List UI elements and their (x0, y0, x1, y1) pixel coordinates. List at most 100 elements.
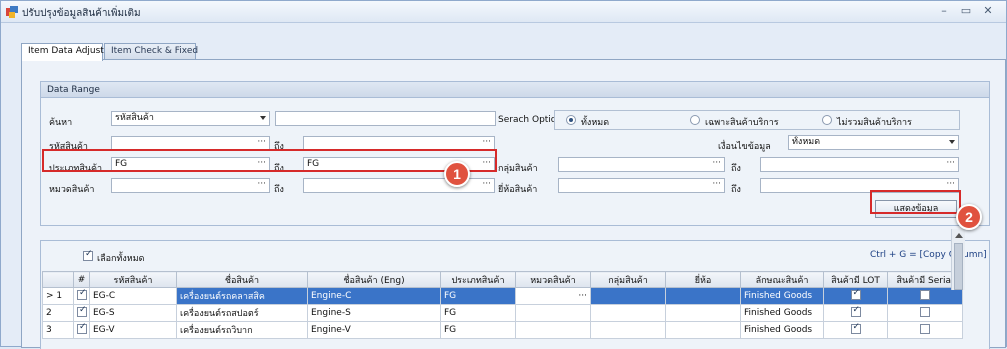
serial-cell[interactable] (887, 287, 963, 305)
nature-cell[interactable]: Finished Goods (740, 287, 824, 305)
column-header[interactable]: หมวดสินค้า (515, 271, 591, 288)
group-cell[interactable] (590, 321, 666, 339)
column-header[interactable] (42, 271, 74, 288)
close-button[interactable]: ✕ (980, 4, 996, 18)
column-header[interactable]: กลุ่มสินค้า (590, 271, 666, 288)
name-cell[interactable]: เครื่องยนต์รถสปอตร์ (176, 304, 308, 322)
to-label: ถึง (731, 164, 741, 174)
category-cell[interactable] (515, 321, 591, 339)
column-header[interactable]: ชื่อสินค้า (176, 271, 308, 288)
browse-icon[interactable]: ··· (257, 137, 266, 149)
name-en-cell[interactable]: Engine-C (307, 287, 441, 305)
option-exclude-service-radio[interactable] (822, 115, 832, 125)
column-header[interactable]: ประเภทสินค้า (440, 271, 516, 288)
row-checkbox-cell[interactable] (73, 321, 90, 339)
type-cell[interactable]: FG (440, 321, 516, 339)
tab-item-data-adjust[interactable]: Item Data Adjust (21, 43, 104, 61)
browse-icon[interactable]: ··· (482, 137, 491, 149)
browse-icon[interactable]: ··· (712, 179, 721, 191)
lot-cell[interactable] (823, 304, 888, 322)
table-header-row: # รหัสสินค้า ชื่อสินค้า ชื่อสินค้า (Eng)… (42, 271, 963, 288)
table-row[interactable]: 2 EG-S เครื่องยนต์รถสปอตร์ Engine-S FG F… (42, 304, 963, 322)
highlight-box (42, 149, 497, 172)
browse-icon[interactable]: ··· (482, 179, 491, 191)
select-all-label: เลือกทั้งหมด (97, 254, 145, 264)
column-header[interactable]: ชื่อสินค้า (Eng) (307, 271, 441, 288)
search-input[interactable] (275, 111, 496, 126)
row-checkbox[interactable] (77, 306, 87, 317)
option-service-only-radio[interactable] (690, 115, 700, 125)
vertical-scrollbar[interactable] (951, 229, 965, 290)
row-checkbox[interactable] (77, 289, 87, 300)
group-cell[interactable] (590, 304, 666, 322)
category-cell[interactable] (515, 304, 591, 322)
row-checkbox[interactable] (77, 323, 87, 334)
lot-cell[interactable] (823, 287, 888, 305)
data-range-title: Data Range (41, 82, 989, 98)
column-header[interactable]: ยี่ห้อ (665, 271, 741, 288)
code-cell[interactable]: EG-S (89, 304, 177, 322)
product-category-label: หมวดสินค้า (49, 185, 95, 195)
restore-button[interactable]: ▭ (958, 4, 974, 18)
name-cell[interactable]: เครื่องยนต์รถคลาสสิค (176, 287, 308, 305)
nature-cell[interactable]: Finished Goods (740, 304, 824, 322)
chevron-down-icon (949, 140, 955, 144)
category-cell[interactable]: ··· (515, 287, 591, 305)
table-row[interactable]: > 1 EG-C เครื่องยนต์รถคลาสสิค Engine-C F… (42, 287, 963, 305)
select-all-checkbox[interactable] (83, 249, 93, 261)
search-label: ค้นหา (49, 118, 73, 128)
code-cell[interactable]: EG-V (89, 321, 177, 339)
tab-item-check-fixed[interactable]: Item Check & Fixed (104, 43, 198, 60)
main-window: ปรับปรุงข้อมูลสินค้าเพิ่มเติม – ▭ ✕ Item… (0, 0, 1007, 349)
option-all-radio[interactable] (566, 115, 576, 125)
code-cell[interactable]: EG-C (89, 287, 177, 305)
nature-cell[interactable]: Finished Goods (740, 321, 824, 339)
column-header[interactable]: สินค้ามี LOT (823, 271, 888, 288)
brand-cell[interactable] (665, 287, 741, 305)
browse-icon[interactable]: ··· (257, 179, 266, 191)
name-cell[interactable]: เครื่องยนต์รถวิบาก (176, 321, 308, 339)
lot-checkbox[interactable] (850, 289, 861, 300)
name-en-cell[interactable]: Engine-S (307, 304, 441, 322)
browse-icon[interactable]: ··· (712, 158, 721, 170)
column-header[interactable]: รหัสสินค้า (89, 271, 177, 288)
items-table: # รหัสสินค้า ชื่อสินค้า ชื่อสินค้า (Eng)… (42, 271, 963, 339)
to-label: ถึง (274, 185, 284, 195)
option-all-label: ทั้งหมด (581, 118, 610, 128)
lot-checkbox[interactable] (850, 323, 861, 334)
search-option-group: ทั้งหมด เฉพาะสินค้าบริการ ไม่รวมสินค้าบร… (554, 110, 960, 130)
product-category-from-field[interactable]: ··· (111, 178, 270, 193)
column-header[interactable]: # (73, 271, 90, 288)
row-indicator: 3 (42, 321, 74, 339)
product-group-to-field[interactable]: ··· (760, 157, 959, 172)
serial-cell[interactable] (887, 304, 963, 322)
browse-icon[interactable]: ··· (946, 158, 955, 170)
row-checkbox-cell[interactable] (73, 287, 90, 305)
brand-cell[interactable] (665, 304, 741, 322)
condition-label: เงื่อนไขข้อมูล (718, 142, 771, 152)
row-checkbox-cell[interactable] (73, 304, 90, 322)
lot-checkbox[interactable] (850, 306, 861, 317)
type-cell[interactable]: FG (440, 304, 516, 322)
serial-cell[interactable] (887, 321, 963, 339)
brand-cell[interactable] (665, 321, 741, 339)
minimize-button[interactable]: – (936, 4, 952, 18)
app-icon (6, 6, 18, 18)
column-header[interactable]: ลักษณะสินค้า (740, 271, 824, 288)
search-by-select[interactable]: รหัสสินค้า (111, 111, 270, 126)
serial-checkbox[interactable] (920, 306, 930, 317)
product-brand-from-field[interactable]: ··· (558, 178, 725, 193)
lot-cell[interactable] (823, 321, 888, 339)
scroll-thumb[interactable] (954, 243, 963, 290)
type-cell[interactable]: FG (440, 287, 516, 305)
window-title: ปรับปรุงข้อมูลสินค้าเพิ่มเติม (22, 8, 141, 19)
scroll-up-icon[interactable] (955, 233, 963, 238)
name-en-cell[interactable]: Engine-V (307, 321, 441, 339)
product-group-from-field[interactable]: ··· (558, 157, 725, 172)
condition-select[interactable]: ทั้งหมด (788, 135, 959, 150)
to-label: ถึง (731, 185, 741, 195)
serial-checkbox[interactable] (920, 323, 930, 334)
serial-checkbox[interactable] (920, 289, 930, 300)
group-cell[interactable] (590, 287, 666, 305)
table-row[interactable]: 3 EG-V เครื่องยนต์รถวิบาก Engine-V FG Fi… (42, 321, 963, 339)
